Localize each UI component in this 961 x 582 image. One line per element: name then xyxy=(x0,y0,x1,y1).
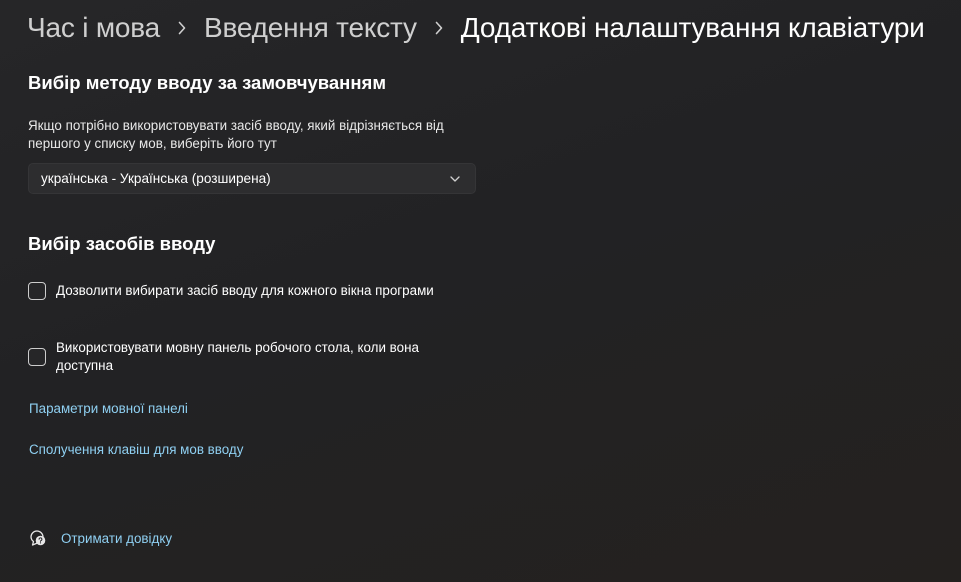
help-chat-icon xyxy=(28,528,48,548)
get-help-link[interactable]: Отримати довідку xyxy=(28,528,172,548)
input-method-dropdown[interactable]: українська - Українська (розширена) xyxy=(28,163,476,194)
chevron-right-icon xyxy=(160,8,204,48)
checkbox-label: Дозволити вибирати засіб вводу для кожно… xyxy=(56,283,434,298)
page-title: Додаткові налаштування клавіатури xyxy=(460,12,925,43)
per-app-input-checkbox[interactable] xyxy=(28,282,46,300)
get-help-label: Отримати довідку xyxy=(61,530,173,546)
checkbox-row-desktop-language-bar[interactable]: Використовувати мовну панель робочого ст… xyxy=(28,339,448,375)
language-bar-options-link[interactable]: Параметри мовної панелі xyxy=(29,401,188,416)
checkbox-row-per-app-input[interactable]: Дозволити вибирати засіб вводу для кожно… xyxy=(28,282,434,300)
breadcrumb-item-time-language[interactable]: Час і мова xyxy=(27,12,160,44)
input-language-hotkeys-link[interactable]: Сполучення клавіш для мов вводу xyxy=(29,442,243,457)
dropdown-selected-value: українська - Українська (розширена) xyxy=(41,171,271,186)
section-title-default-input: Вибір методу вводу за замовчуванням xyxy=(28,72,387,93)
chevron-down-icon xyxy=(435,175,475,183)
checkbox-label: Використовувати мовну панель робочого ст… xyxy=(56,340,419,373)
breadcrumb-item-typing[interactable]: Введення тексту xyxy=(204,12,417,44)
section-title-input-switching: Вибір засобів вводу xyxy=(28,233,216,254)
chevron-right-icon xyxy=(417,8,461,48)
breadcrumb: Час і мова Введення тексту Додаткові нал… xyxy=(27,8,925,48)
desktop-language-bar-checkbox[interactable] xyxy=(28,348,46,366)
default-input-description: Якщо потрібно використовувати засіб ввод… xyxy=(28,118,444,151)
